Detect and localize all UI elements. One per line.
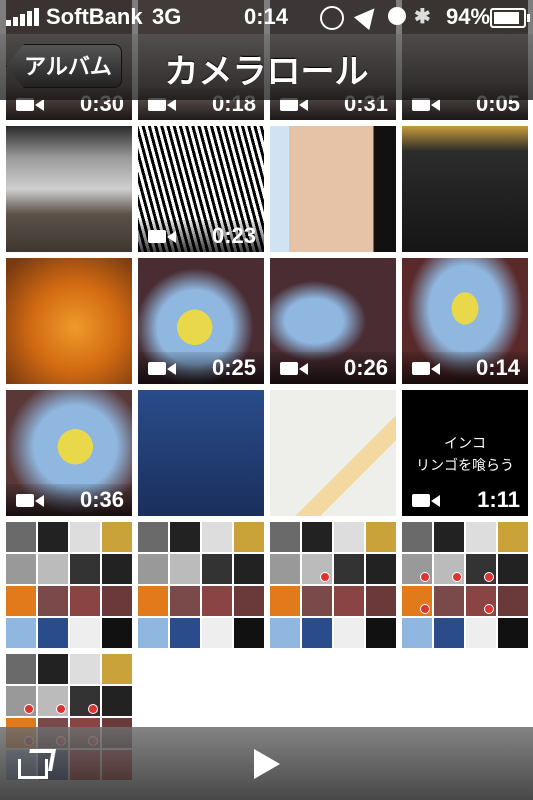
page-title: カメラロール — [164, 53, 369, 91]
video-camera-icon — [148, 362, 176, 375]
screenshot-thumb[interactable] — [402, 522, 528, 648]
alarm-clock-icon — [388, 7, 406, 25]
carrier-name: SoftBank — [46, 4, 143, 29]
video-camera-icon — [412, 494, 440, 507]
battery-percent: 94% — [446, 4, 491, 29]
screenshot-thumb[interactable] — [138, 390, 264, 516]
video-camera-icon — [280, 362, 308, 375]
screenshot-thumb[interactable] — [270, 522, 396, 648]
video-info-bar: 0:23 — [138, 220, 264, 252]
video-camera-icon — [16, 494, 44, 507]
video-duration: 0:23 — [211, 223, 256, 248]
share-arrow-icon — [26, 749, 56, 771]
network-type: 3G — [152, 4, 182, 29]
screenshot-thumb[interactable] — [6, 522, 132, 648]
battery-icon — [490, 8, 530, 28]
slideshow-play-button[interactable] — [254, 749, 280, 779]
clock: 0:14 — [244, 4, 289, 29]
map-thumb[interactable] — [270, 390, 396, 516]
photo-thumb[interactable]: インコ リンゴを喰らう 1:11 — [402, 390, 528, 516]
video-duration: 0:36 — [79, 487, 124, 512]
video-duration: 1:11 — [477, 487, 520, 512]
photo-thumb[interactable]: 0:14 — [402, 258, 528, 384]
photo-thumb[interactable] — [6, 258, 132, 384]
video-camera-icon — [148, 230, 176, 243]
video-caption-line: インコ — [444, 435, 486, 451]
photo-thumb[interactable] — [6, 126, 132, 252]
navigation-bar: アルバム カメラロール — [0, 34, 533, 100]
video-duration: 0:26 — [343, 355, 388, 380]
photo-thumb[interactable]: 0:26 — [270, 258, 396, 384]
share-button[interactable] — [18, 749, 56, 779]
video-info-bar: 0:25 — [138, 352, 264, 384]
bluetooth-icon: ✱ — [414, 6, 431, 28]
video-info-bar: 0:14 — [402, 352, 528, 384]
video-info-bar: 1:11 — [402, 484, 528, 516]
location-arrow-icon — [353, 1, 383, 31]
photo-thumb[interactable]: 0:25 — [138, 258, 264, 384]
video-duration: 0:25 — [211, 355, 256, 380]
photo-thumb[interactable]: 0:23 — [138, 126, 264, 252]
video-duration: 0:14 — [475, 355, 520, 380]
photo-thumb[interactable] — [402, 126, 528, 252]
video-title-caption: インコ リンゴを喰らう — [402, 432, 528, 476]
status-bar: SoftBank 3G 0:14 ✱ 94% — [0, 0, 533, 34]
video-info-bar: 0:36 — [6, 484, 132, 516]
rotation-lock-icon — [320, 6, 344, 30]
video-info-bar: 0:26 — [270, 352, 396, 384]
signal-strength-icon — [6, 8, 40, 26]
video-camera-icon — [412, 362, 440, 375]
photo-thumb[interactable]: 0:36 — [6, 390, 132, 516]
photo-thumb[interactable] — [270, 126, 396, 252]
bottom-toolbar — [0, 727, 533, 800]
video-caption-line: リンゴを喰らう — [416, 457, 514, 473]
screenshot-thumb[interactable] — [138, 522, 264, 648]
